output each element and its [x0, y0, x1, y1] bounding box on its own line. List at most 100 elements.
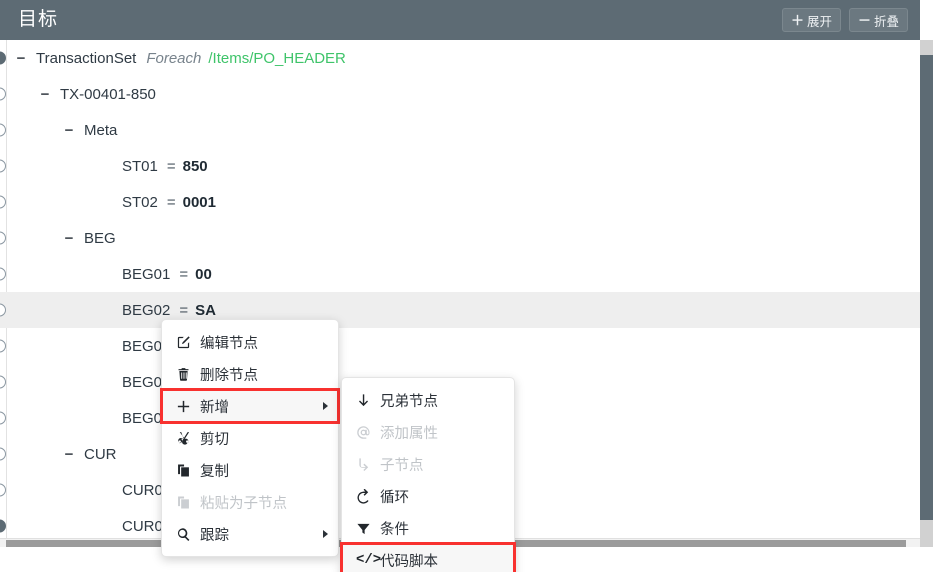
- submenu-sibling-node-label: 兄弟节点: [380, 393, 438, 410]
- tree-node-name: TX-00401-850: [60, 85, 156, 103]
- tree-collapse-toggle-icon[interactable]: −: [14, 51, 28, 66]
- tree-connector-dot-icon: [0, 303, 6, 317]
- loop-icon: [356, 488, 378, 504]
- tree-row[interactable]: BEG02 = SA: [0, 292, 920, 328]
- tree-node-name: BEG01: [122, 265, 171, 283]
- tree-row[interactable]: − BEG: [0, 220, 920, 256]
- tree-connector-dot-icon: [0, 123, 6, 137]
- tree-connector-dot-icon: [0, 483, 6, 497]
- tree-connector-dot-icon: [0, 267, 6, 281]
- paste-icon: [176, 495, 198, 510]
- expand-all-button[interactable]: ＋ 展开: [781, 8, 841, 32]
- tree-collapse-toggle-icon[interactable]: −: [38, 87, 52, 102]
- chevron-right-icon: [323, 530, 328, 538]
- submenu-loop-label: 循环: [380, 489, 409, 506]
- tree-node-name: BEG: [84, 229, 116, 247]
- tree-row[interactable]: BEG03=: [0, 328, 920, 364]
- code-brackets-icon: </>: [356, 552, 382, 568]
- submenu-loop[interactable]: 循环: [342, 480, 514, 512]
- minus-icon: －: [857, 12, 871, 28]
- submenu-condition[interactable]: 条件: [342, 512, 514, 544]
- pencil-square-icon: [176, 335, 198, 350]
- page-title: 目标: [18, 9, 59, 30]
- tree-node-modifier: Foreach: [146, 49, 202, 67]
- menu-edit-node[interactable]: 编辑节点: [162, 326, 338, 358]
- expand-all-label: 展开: [806, 14, 832, 29]
- submenu-code-script[interactable]: </> 代码脚本: [340, 542, 516, 572]
- tree-row[interactable]: − Meta: [0, 112, 920, 148]
- submenu-sibling-node[interactable]: 兄弟节点: [342, 384, 514, 416]
- tree-node-name: TransactionSet: [36, 49, 137, 67]
- tree-node-name: CUR: [84, 445, 117, 463]
- chevron-right-icon: [323, 402, 328, 410]
- tree-connector-dot-icon: [0, 195, 6, 209]
- tree-collapse-toggle-icon[interactable]: −: [62, 231, 76, 246]
- tree-node-source-path: /Items/PO_HEADER: [208, 49, 346, 67]
- trash-icon: [176, 367, 198, 382]
- tree-connector-dot-icon: [0, 411, 6, 425]
- tree-row[interactable]: ST01 = 850: [0, 148, 920, 184]
- submenu-child-node-label: 子节点: [380, 457, 424, 474]
- menu-paste-as-child: 粘贴为子节点: [162, 486, 338, 518]
- plus-icon: [176, 399, 198, 414]
- tree-connector-dot-icon: [0, 159, 6, 173]
- panel-header: 目标 ＋ 展开 － 折叠: [0, 0, 920, 40]
- tree-row[interactable]: BEG01 = 00: [0, 256, 920, 292]
- tree-connector-dot-icon: [0, 339, 6, 353]
- menu-copy-label: 复制: [200, 463, 229, 480]
- submenu-add-attribute-label: 添加属性: [380, 425, 438, 442]
- context-menu[interactable]: 编辑节点删除节点新增剪切复制粘贴为子节点 跟踪: [160, 319, 340, 557]
- submenu-code-script-label: 代码脚本: [380, 553, 438, 570]
- menu-trace[interactable]: 跟踪: [162, 518, 338, 550]
- tree-row[interactable]: − TransactionSet Foreach/Items/PO_HEADER: [0, 40, 920, 76]
- tree-node-name: BEG02: [122, 301, 171, 319]
- menu-copy[interactable]: 复制: [162, 454, 338, 486]
- tree-node-name: ST01: [122, 157, 158, 175]
- context-submenu-add[interactable]: 兄弟节点添加属性子节点循环条件</>代码脚本{}变量: [340, 377, 516, 572]
- menu-edit-node-label: 编辑节点: [200, 335, 258, 352]
- scissors-icon: [176, 431, 198, 446]
- tree-connector-dot-icon: [0, 519, 6, 533]
- tree-collapse-toggle-icon[interactable]: −: [62, 123, 76, 138]
- plus-icon: ＋: [790, 12, 804, 28]
- menu-trace-label: 跟踪: [200, 527, 229, 544]
- tree-node-value: 00: [195, 265, 212, 283]
- menu-cut[interactable]: 剪切: [162, 422, 338, 454]
- tree-connector-dot-icon: [0, 231, 6, 245]
- menu-paste-as-child-label: 粘贴为子节点: [200, 495, 287, 512]
- collapse-all-button[interactable]: － 折叠: [848, 8, 908, 32]
- menu-delete-node-label: 删除节点: [200, 367, 258, 384]
- menu-add[interactable]: 新增: [160, 388, 340, 424]
- submenu-add-attribute: 添加属性: [342, 416, 514, 448]
- tree-node-equals-sign: =: [166, 193, 176, 211]
- vertical-scrollbar-thumb[interactable]: [920, 55, 933, 520]
- tree-node-name: Meta: [84, 121, 118, 139]
- tree-row[interactable]: ST02 = 0001: [0, 184, 920, 220]
- copy-icon: [176, 463, 198, 478]
- tree-connector-dot-icon: [0, 87, 6, 101]
- magnifier-icon: [176, 527, 198, 542]
- tree-row[interactable]: − TX-00401-850: [0, 76, 920, 112]
- at-sign-icon: [356, 425, 378, 440]
- target-tree-panel: 目标 ＋ 展开 － 折叠 − TransactionSet Foreach/Item…: [0, 0, 942, 572]
- arrow-down-icon: [356, 393, 378, 408]
- tree-collapse-toggle-icon[interactable]: −: [62, 447, 76, 462]
- collapse-all-label: 折叠: [873, 14, 899, 29]
- tree-node-value: 0001: [182, 193, 216, 211]
- tree-node-equals-sign: =: [179, 301, 189, 319]
- arrow-turn-down-icon: [356, 457, 378, 472]
- tree-node-value: SA: [195, 301, 216, 319]
- tree-node-equals-sign: =: [179, 265, 189, 283]
- submenu-condition-label: 条件: [380, 521, 409, 538]
- header-actions: ＋ 展开 － 折叠: [781, 8, 908, 32]
- filter-triangle-icon: [356, 521, 378, 536]
- menu-cut-label: 剪切: [200, 431, 229, 448]
- menu-add-label: 新增: [200, 399, 229, 416]
- tree-connector-dot-icon: [0, 447, 6, 461]
- tree-connector-dot-icon: [0, 375, 6, 389]
- tree-node-value: 850: [182, 157, 208, 175]
- submenu-child-node: 子节点: [342, 448, 514, 480]
- tree-node-equals-sign: =: [166, 157, 176, 175]
- menu-delete-node[interactable]: 删除节点: [162, 358, 338, 390]
- tree-node-name: ST02: [122, 193, 158, 211]
